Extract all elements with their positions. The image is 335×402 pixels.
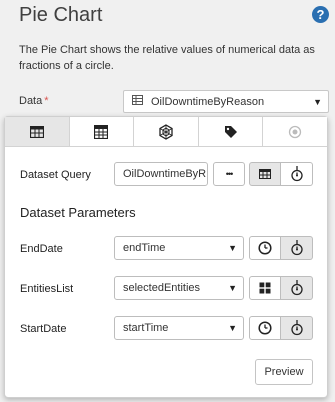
param-clock-button[interactable]	[249, 316, 281, 340]
data-select-value: OilDowntimeByReason	[151, 95, 265, 108]
tab-tag[interactable]	[198, 117, 264, 146]
chevron-down-icon: ▼	[228, 243, 237, 253]
param-binding-button[interactable]	[281, 316, 313, 340]
description: The Pie Chart shows the relative values …	[19, 44, 315, 72]
panel-tabs	[5, 117, 327, 147]
chevron-down-icon: ▼	[228, 283, 237, 293]
clock-icon	[258, 241, 272, 255]
param-label-entitieslist: EntitiesList	[20, 283, 74, 295]
param-label-enddate: EndDate	[20, 243, 63, 255]
param-label-startdate: StartDate	[20, 323, 67, 335]
chevron-down-icon: ▼	[313, 96, 322, 107]
param-grid-button[interactable]	[249, 276, 281, 300]
dataset-parameters-title: Dataset Parameters	[20, 205, 136, 220]
data-select[interactable]: OilDowntimeByReason ▼	[123, 90, 329, 113]
param-value: endTime	[123, 242, 166, 254]
binding-icon	[290, 240, 303, 256]
param-binding-button[interactable]	[281, 236, 313, 260]
dataset-query-label: Dataset Query	[20, 169, 91, 181]
tag-icon	[224, 125, 237, 138]
param-clock-button[interactable]	[249, 236, 281, 260]
param-select-entitieslist[interactable]: selectedEntities ▼	[114, 276, 244, 300]
param-select-enddate[interactable]: endTime ▼	[114, 236, 244, 260]
tab-hexagon[interactable]	[134, 117, 199, 146]
data-label: Data *	[19, 95, 49, 107]
param-binding-button[interactable]	[281, 276, 313, 300]
table-icon	[132, 95, 143, 108]
clock-icon	[258, 321, 272, 335]
data-source-panel: Dataset Query OilDowntimeByR ••• Dataset…	[4, 116, 328, 398]
preview-button[interactable]: Preview	[255, 359, 313, 385]
binding-toggle-button[interactable]	[281, 162, 313, 186]
page-title: Pie Chart	[19, 4, 103, 26]
circle-icon	[289, 125, 302, 138]
calculator-icon	[94, 124, 109, 139]
data-label-text: Data	[19, 95, 43, 107]
param-select-startdate[interactable]: startTime ▼	[114, 316, 244, 340]
table-toggle-button[interactable]	[249, 162, 281, 186]
binding-icon	[290, 320, 303, 336]
tab-table[interactable]	[5, 117, 70, 146]
required-marker: *	[44, 95, 49, 107]
more-button[interactable]: •••	[213, 162, 245, 186]
chevron-down-icon: ▼	[228, 323, 237, 333]
ellipsis-icon: •••	[225, 169, 234, 179]
param-value: startTime	[123, 322, 169, 334]
tab-circle[interactable]	[263, 117, 327, 146]
help-icon[interactable]: ?	[312, 6, 329, 23]
table-icon	[259, 169, 271, 179]
binding-icon	[290, 280, 303, 296]
grid-icon	[259, 282, 271, 294]
tab-calculator[interactable]	[69, 117, 135, 146]
param-value: selectedEntities	[123, 282, 201, 294]
table-icon	[29, 125, 44, 138]
hexagon-icon	[159, 123, 173, 140]
binding-icon	[290, 166, 303, 182]
dataset-query-value: OilDowntimeByR	[123, 168, 207, 180]
dataset-query-input[interactable]: OilDowntimeByR	[114, 162, 208, 186]
